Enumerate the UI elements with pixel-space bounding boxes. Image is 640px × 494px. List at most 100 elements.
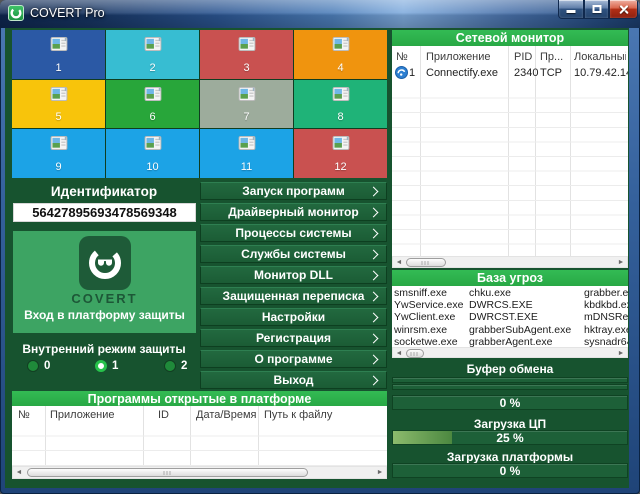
maximize-button[interactable] xyxy=(584,0,609,19)
window-icon xyxy=(332,37,349,51)
platform-login-button[interactable]: COVERT Вход в платформу защиты xyxy=(13,231,196,333)
threat-item: grabberAgent.exe xyxy=(469,335,553,347)
menu-item-registration[interactable]: Регистрация xyxy=(200,329,387,347)
mode-option-2[interactable]: 2 xyxy=(164,360,187,372)
column-header-id[interactable]: ID xyxy=(158,409,169,421)
programs-table: № Приложение ID Дата/Время Путь к файлу xyxy=(12,406,387,466)
mode-option-0[interactable]: 0 xyxy=(27,360,50,372)
covert-wordmark: COVERT xyxy=(71,291,138,306)
maximize-icon xyxy=(592,5,601,13)
window-icon xyxy=(238,86,255,101)
scroll-right-arrow[interactable]: ► xyxy=(615,257,627,268)
network-monitor-scrollbar[interactable]: ◄ ► xyxy=(392,256,628,268)
table-row[interactable]: 1 Connectify.exe 2340 TCP 10.79.42.14 xyxy=(392,64,628,82)
menu-item-system-services[interactable]: Службы системы xyxy=(200,245,387,263)
cell-num: 1 xyxy=(409,67,416,79)
column-header-datetime[interactable]: Дата/Время xyxy=(196,409,257,421)
desktop-tile-4[interactable]: 4 xyxy=(294,30,387,79)
column-header-pid[interactable]: PID xyxy=(514,51,532,63)
menu-item-run-programs[interactable]: Запуск программ xyxy=(200,182,387,200)
tile-number: 2 xyxy=(149,61,156,74)
window-icon xyxy=(50,136,67,151)
scroll-left-arrow[interactable]: ◄ xyxy=(393,257,405,268)
desktop-tile-10[interactable]: 10 xyxy=(106,129,199,178)
platform-load-label: Загрузка платформы xyxy=(446,450,574,464)
chevron-right-icon xyxy=(368,228,379,239)
window-icon xyxy=(144,86,161,101)
menu-item-secure-messaging[interactable]: Защищенная переписка xyxy=(200,287,387,305)
threat-item: kbdkbd.exe xyxy=(584,299,628,312)
cell-protocol: TCP xyxy=(540,67,562,79)
scroll-right-arrow[interactable]: ► xyxy=(374,467,386,478)
cpu-load-label: Загрузка ЦП xyxy=(473,417,547,431)
close-button[interactable] xyxy=(609,0,638,19)
scroll-left-arrow[interactable]: ◄ xyxy=(13,467,25,478)
desktop-tile-12[interactable]: 12 xyxy=(294,129,387,178)
scroll-left-arrow[interactable]: ◄ xyxy=(393,348,405,359)
desktop-tile-5[interactable]: 5 xyxy=(12,79,105,129)
column-header-filepath[interactable]: Путь к файлу xyxy=(264,409,332,421)
network-monitor-table: № Приложение PID Пр... Локальный IP 1 Co… xyxy=(392,46,628,256)
column-header-local-ip[interactable]: Локальный IP xyxy=(574,51,626,63)
column-header-num[interactable]: № xyxy=(396,51,408,63)
titlebar[interactable]: COVERT Pro xyxy=(0,0,640,28)
chevron-right-icon xyxy=(368,333,379,344)
desktop-tile-6[interactable]: 6 xyxy=(106,79,199,129)
desktop-tile-11[interactable]: 11 xyxy=(200,129,293,178)
menu-item-driver-monitor[interactable]: Драйверный монитор xyxy=(200,203,387,221)
identifier-input[interactable] xyxy=(13,203,196,222)
cell-app: Connectify.exe xyxy=(426,67,498,79)
column-header-app[interactable]: Приложение xyxy=(50,409,115,421)
tile-number: 1 xyxy=(55,61,62,74)
scroll-right-arrow[interactable]: ► xyxy=(615,348,627,359)
menu-item-about[interactable]: О программе xyxy=(200,350,387,368)
menu-item-dll-monitor[interactable]: Монитор DLL xyxy=(200,266,387,284)
desktop-tile-8[interactable]: 8 xyxy=(294,79,387,129)
minimize-button[interactable] xyxy=(558,0,584,19)
column-header-protocol[interactable]: Пр... xyxy=(540,51,563,63)
desktop-tile-1[interactable]: 1 xyxy=(12,30,105,79)
menu-item-settings[interactable]: Настройки xyxy=(200,308,387,326)
threat-db-list[interactable]: smsniff.exe chku.exe grabber.exe YwService… xyxy=(392,286,628,347)
menu-item-label: Монитор DLL xyxy=(254,268,333,282)
tile-number: 12 xyxy=(334,161,347,173)
cell-pid: 2340 xyxy=(514,67,539,79)
clipboard-track-1 xyxy=(392,377,628,383)
column-header-num[interactable]: № xyxy=(18,409,30,421)
programs-table-scrollbar[interactable]: ◄ ► xyxy=(12,466,387,479)
tile-number: 3 xyxy=(243,61,250,74)
desktop-tile-7[interactable]: 7 xyxy=(200,79,293,129)
covert-logo xyxy=(78,236,131,290)
radio-icon xyxy=(27,360,39,372)
gauge-value: 0 % xyxy=(499,463,521,478)
radio-selected-icon xyxy=(95,360,107,372)
mode-option-label: 0 xyxy=(44,360,51,372)
platform-load-gauge: 0 % xyxy=(392,463,628,478)
menu-item-label: О программе xyxy=(254,352,333,366)
threat-item: chku.exe xyxy=(469,287,512,299)
network-monitor-header: Сетевой монитор xyxy=(392,30,628,46)
scrollbar-thumb[interactable] xyxy=(406,349,424,358)
scrollbar-thumb[interactable] xyxy=(27,468,308,477)
mode-option-1[interactable]: 1 xyxy=(95,360,118,372)
desktop-tile-9[interactable]: 9 xyxy=(12,129,105,178)
menu-item-system-processes[interactable]: Процессы системы xyxy=(200,224,387,242)
scrollbar-thumb[interactable] xyxy=(406,258,446,267)
window-icon xyxy=(144,37,161,51)
column-header-app[interactable]: Приложение xyxy=(426,51,491,63)
desktop-tile-3[interactable]: 3 xyxy=(200,30,293,79)
menu-item-exit[interactable]: Выход xyxy=(200,371,387,389)
cell-local-ip: 10.79.42.14 xyxy=(574,67,628,79)
desktop-tile-2[interactable]: 2 xyxy=(106,30,199,79)
chevron-right-icon xyxy=(368,375,379,386)
tile-number: 7 xyxy=(243,111,250,124)
empty-rows xyxy=(12,422,387,466)
threat-item: YwClient.exe xyxy=(394,311,456,324)
minimize-icon xyxy=(566,10,576,13)
window-title: COVERT Pro xyxy=(30,6,105,20)
chevron-right-icon xyxy=(368,186,379,197)
menu-item-label: Запуск программ xyxy=(242,184,345,198)
clipboard-gauge: 0 % xyxy=(392,395,628,410)
tile-number: 10 xyxy=(146,161,159,173)
threat-db-scrollbar[interactable]: ◄ ► xyxy=(392,347,628,358)
